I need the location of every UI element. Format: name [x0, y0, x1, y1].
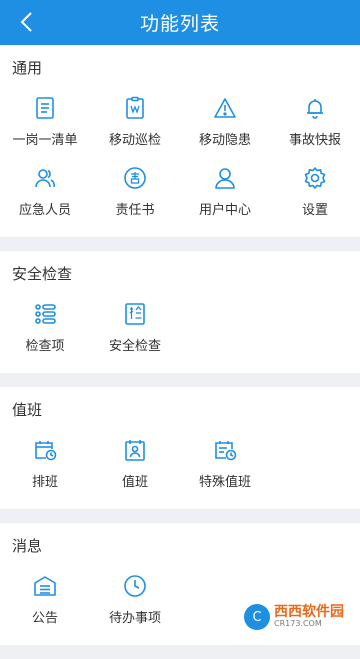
- menu-item-label: 值班: [122, 471, 148, 490]
- menu-item-announcement[interactable]: 公告: [0, 569, 90, 639]
- menu-item-safety-inspection[interactable]: 安全检查: [90, 297, 180, 367]
- inspect-icon: [122, 301, 148, 327]
- page-title: 功能列表: [140, 9, 220, 36]
- watermark-logo: C: [244, 604, 270, 630]
- notice-icon: [32, 573, 58, 599]
- watermark-name: 西西软件园: [274, 605, 344, 620]
- menu-item-label: 用户中心: [199, 199, 251, 218]
- menu-item-on-duty[interactable]: 值班: [90, 433, 180, 503]
- menu-item-label: 一岗一清单: [12, 129, 77, 148]
- menu-item-label: 应急人员: [19, 199, 71, 218]
- bell-icon: [302, 95, 328, 121]
- section-title: 值班: [0, 387, 360, 433]
- section-duty: 值班 排班: [0, 387, 360, 509]
- clock-icon: [122, 573, 148, 599]
- menu-item-todo[interactable]: 待办事项: [90, 569, 180, 639]
- watermark-url: CR173.COM: [274, 620, 344, 629]
- menu-item-special-duty[interactable]: 特殊值班: [180, 433, 270, 503]
- warning-icon: [212, 95, 238, 121]
- menu-item-emergency-staff[interactable]: 应急人员: [0, 161, 90, 231]
- patrol-icon: [122, 95, 148, 121]
- section-grid: 一岗一清单 移动巡检: [0, 91, 360, 237]
- menu-item-check-items[interactable]: 检查项: [0, 297, 90, 367]
- chevron-left-icon: [19, 11, 33, 33]
- user-icon: [212, 165, 238, 191]
- calendar-person-icon: [122, 437, 148, 463]
- menu-item-label: 移动隐患: [199, 129, 251, 148]
- menu-item-label: 排班: [32, 471, 58, 490]
- list-icon: [32, 95, 58, 121]
- watermark-text: 西西软件园 CR173.COM: [274, 605, 344, 629]
- calendar-clock-icon: [32, 437, 58, 463]
- menu-item-label: 特殊值班: [199, 471, 251, 490]
- top-bar: 功能列表: [0, 0, 360, 45]
- checklist-icon: [32, 301, 58, 327]
- menu-item-label: 安全检查: [109, 335, 161, 354]
- site-watermark: C 西西软件园 CR173.COM: [238, 602, 350, 632]
- menu-item-user-center[interactable]: 用户中心: [180, 161, 270, 231]
- menu-item-one-post-one-list[interactable]: 一岗一清单: [0, 91, 90, 161]
- calendar-special-icon: [212, 437, 238, 463]
- section-safety-check: 安全检查 检查项: [0, 251, 360, 373]
- section-title: 消息: [0, 523, 360, 569]
- section-general: 通用 一岗一清单: [0, 45, 360, 237]
- menu-item-accident-report[interactable]: 事故快报: [270, 91, 360, 161]
- menu-item-mobile-hazard[interactable]: 移动隐患: [180, 91, 270, 161]
- function-sections: 通用 一岗一清单: [0, 45, 360, 659]
- section-grid: 检查项 安全检查: [0, 297, 360, 373]
- responsibility-icon: [122, 165, 148, 191]
- section-title: 安全检查: [0, 251, 360, 297]
- menu-item-label: 检查项: [25, 335, 64, 354]
- menu-item-settings[interactable]: 设置: [270, 161, 360, 231]
- menu-item-scheduling[interactable]: 排班: [0, 433, 90, 503]
- menu-item-label: 责任书: [115, 199, 154, 218]
- menu-item-mobile-patrol[interactable]: 移动巡检: [90, 91, 180, 161]
- people-icon: [32, 165, 58, 191]
- menu-item-label: 待办事项: [109, 607, 161, 626]
- menu-item-responsibility[interactable]: 责任书: [90, 161, 180, 231]
- menu-item-label: 事故快报: [289, 129, 341, 148]
- section-title: 通用: [0, 45, 360, 91]
- back-button[interactable]: [10, 6, 42, 38]
- menu-item-label: 移动巡检: [109, 129, 161, 148]
- gear-icon: [302, 165, 328, 191]
- section-grid: 排班 值班: [0, 433, 360, 509]
- menu-item-label: 设置: [302, 199, 328, 218]
- menu-item-label: 公告: [32, 607, 58, 626]
